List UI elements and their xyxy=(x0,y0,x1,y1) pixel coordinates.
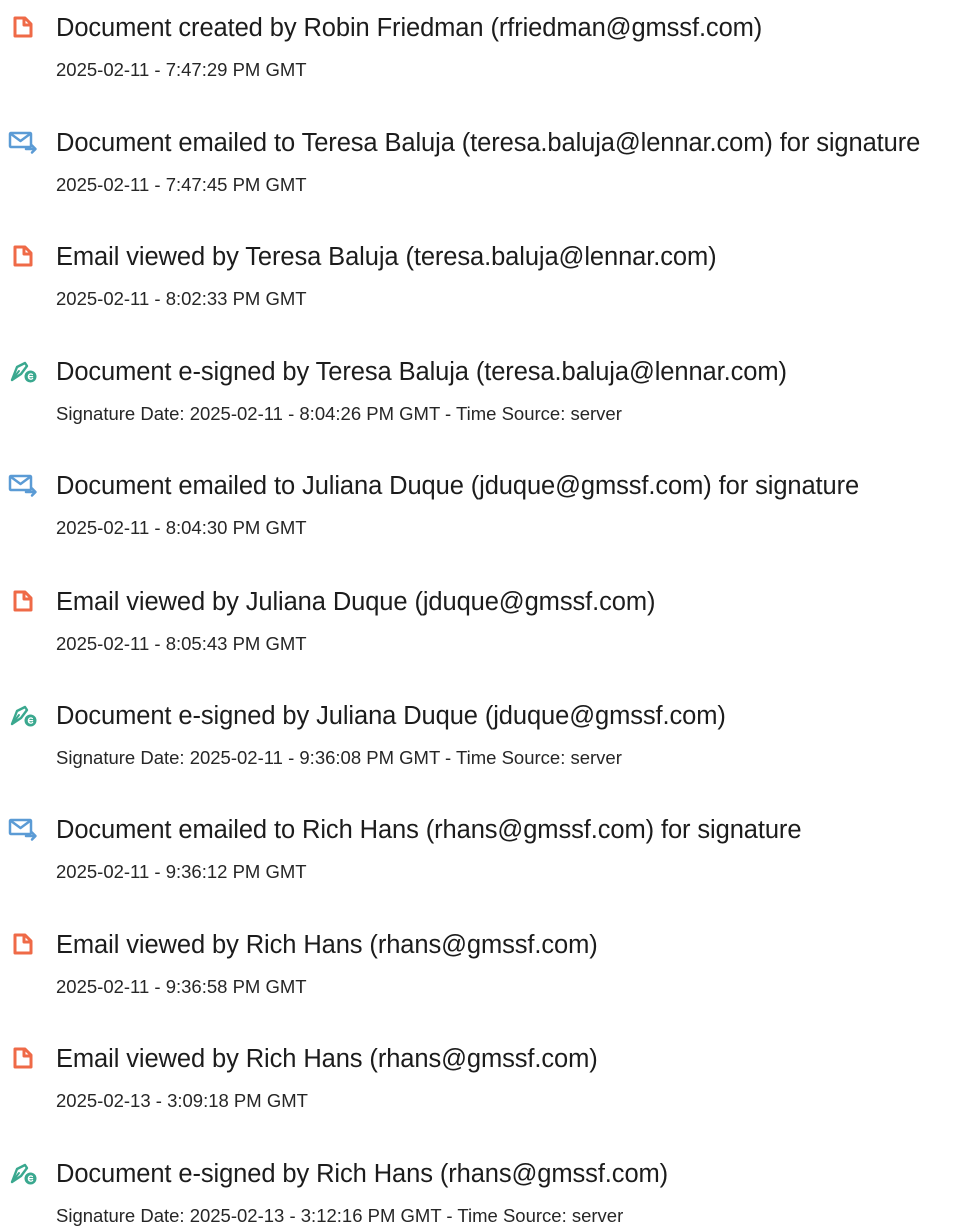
entry-title: Document created by Robin Friedman (rfri… xyxy=(56,14,763,42)
entry-title: Email viewed by Teresa Baluja (teresa.ba… xyxy=(56,243,717,271)
entry-title: Document e-signed by Juliana Duque (jduq… xyxy=(56,702,726,730)
entry-timestamp: 2025-02-11 - 9:36:12 PM GMT xyxy=(56,861,307,882)
document-icon xyxy=(8,14,38,40)
entry-timestamp: Signature Date: 2025-02-13 - 3:12:16 PM … xyxy=(56,1205,624,1226)
e-sign-icon xyxy=(8,358,38,384)
entry-title: Document emailed to Rich Hans (rhans@gms… xyxy=(56,816,802,844)
entry-timestamp: Signature Date: 2025-02-11 - 9:36:08 PM … xyxy=(56,747,622,768)
entry-title: Document emailed to Teresa Baluja (teres… xyxy=(56,129,921,157)
audit-entry: Document e-signed by Juliana Duque (jduq… xyxy=(0,694,974,774)
entry-title: Email viewed by Juliana Duque (jduque@gm… xyxy=(56,588,656,616)
audit-entry: Email viewed by Rich Hans (rhans@gmssf.c… xyxy=(0,923,974,1003)
e-sign-icon xyxy=(8,702,38,728)
entry-title: Email viewed by Rich Hans (rhans@gmssf.c… xyxy=(56,931,598,959)
entry-timestamp: 2025-02-11 - 7:47:29 PM GMT xyxy=(56,59,307,80)
audit-entry: Document e-signed by Teresa Baluja (tere… xyxy=(0,350,974,430)
audit-entry: Email viewed by Rich Hans (rhans@gmssf.c… xyxy=(0,1037,974,1117)
entry-timestamp: 2025-02-13 - 3:09:18 PM GMT xyxy=(56,1090,308,1111)
entry-timestamp: 2025-02-11 - 9:36:58 PM GMT xyxy=(56,976,307,997)
entry-timestamp: 2025-02-11 - 8:04:30 PM GMT xyxy=(56,517,307,538)
entry-timestamp: 2025-02-11 - 7:47:45 PM GMT xyxy=(56,174,307,195)
entry-title: Document e-signed by Rich Hans (rhans@gm… xyxy=(56,1160,669,1188)
audit-entry: Email viewed by Teresa Baluja (teresa.ba… xyxy=(0,235,974,315)
email-icon xyxy=(8,816,38,842)
audit-entry: Document emailed to Juliana Duque (jduqu… xyxy=(0,464,974,544)
document-icon xyxy=(8,931,38,957)
entry-timestamp: 2025-02-11 - 8:02:33 PM GMT xyxy=(56,288,307,309)
audit-entry: Document emailed to Teresa Baluja (teres… xyxy=(0,121,974,201)
document-icon xyxy=(8,243,38,269)
audit-entry: Document emailed to Rich Hans (rhans@gms… xyxy=(0,808,974,888)
email-icon xyxy=(8,129,38,155)
document-icon xyxy=(8,1045,38,1071)
entry-title: Document e-signed by Teresa Baluja (tere… xyxy=(56,358,787,386)
e-sign-icon xyxy=(8,1160,38,1186)
email-icon xyxy=(8,472,38,498)
audit-entry: Document e-signed by Rich Hans (rhans@gm… xyxy=(0,1152,974,1232)
audit-entry: Email viewed by Juliana Duque (jduque@gm… xyxy=(0,580,974,660)
entry-title: Email viewed by Rich Hans (rhans@gmssf.c… xyxy=(56,1045,598,1073)
entry-timestamp: Signature Date: 2025-02-11 - 8:04:26 PM … xyxy=(56,403,622,424)
audit-entry: Document created by Robin Friedman (rfri… xyxy=(0,6,974,86)
entry-timestamp: 2025-02-11 - 8:05:43 PM GMT xyxy=(56,633,307,654)
entry-title: Document emailed to Juliana Duque (jduqu… xyxy=(56,472,860,500)
document-icon xyxy=(8,588,38,614)
